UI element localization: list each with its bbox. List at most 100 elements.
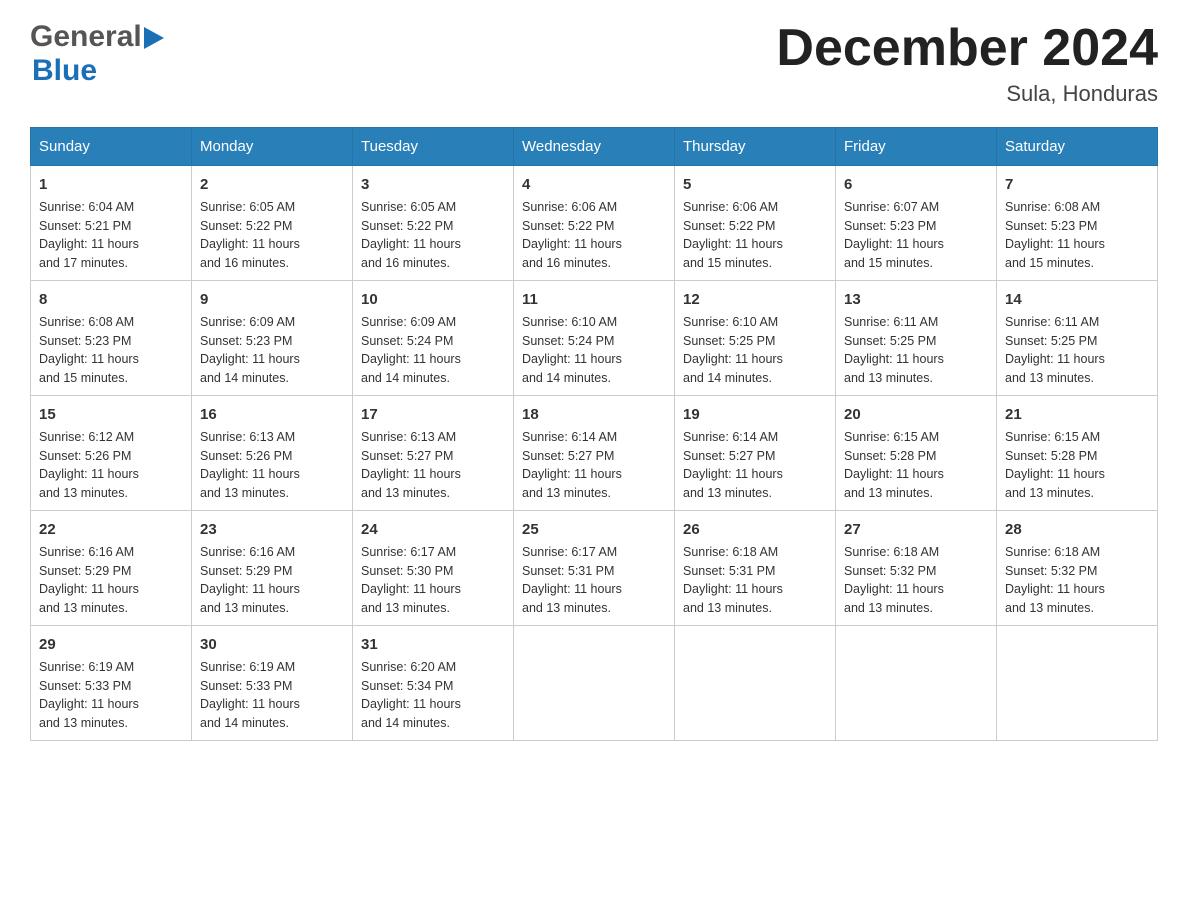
calendar-cell: 29Sunrise: 6:19 AMSunset: 5:33 PMDayligh… — [31, 626, 192, 741]
day-number: 17 — [361, 404, 505, 425]
day-number: 30 — [200, 634, 344, 655]
day-number: 28 — [1005, 519, 1149, 540]
calendar-cell: 17 Sunrise: 6:13 AMSunset: 5:27 PMDayligh… — [353, 396, 514, 511]
logo-blue-text: Blue — [32, 54, 97, 87]
day-info: Sunrise: 6:09 AMSunset: 5:23 PMDaylight:… — [200, 315, 300, 385]
day-info: Sunrise: 6:17 AMSunset: 5:30 PMDaylight:… — [361, 545, 461, 615]
title-area: December 2024 Sula, Honduras — [776, 20, 1158, 107]
calendar-cell — [514, 626, 675, 741]
day-number: 24 — [361, 519, 505, 540]
calendar-cell: 16Sunrise: 6:13 AMSunset: 5:26 PMDayligh… — [192, 396, 353, 511]
day-number: 21 — [1005, 404, 1149, 425]
day-number: 4 — [522, 174, 666, 195]
calendar-cell: 31 Sunrise: 6:20 AMSunset: 5:34 PMDayligh… — [353, 626, 514, 741]
calendar-cell: 30 Sunrise: 6:19 AMSunset: 5:33 PMDayligh… — [192, 626, 353, 741]
column-header-tuesday: Tuesday — [353, 128, 514, 166]
day-number: 14 — [1005, 289, 1149, 310]
day-number: 25 — [522, 519, 666, 540]
calendar-cell: 27 Sunrise: 6:18 AMSunset: 5:32 PMDayligh… — [836, 511, 997, 626]
day-number: 31 — [361, 634, 505, 655]
day-number: 10 — [361, 289, 505, 310]
day-info: Sunrise: 6:11 AMSunset: 5:25 PMDaylight:… — [1005, 315, 1105, 385]
calendar-table: SundayMondayTuesdayWednesdayThursdayFrid… — [30, 127, 1158, 741]
day-number: 5 — [683, 174, 827, 195]
day-number: 7 — [1005, 174, 1149, 195]
day-number: 27 — [844, 519, 988, 540]
day-info: Sunrise: 6:13 AMSunset: 5:27 PMDaylight:… — [361, 430, 461, 500]
day-info: Sunrise: 6:15 AMSunset: 5:28 PMDaylight:… — [844, 430, 944, 500]
month-title: December 2024 — [776, 20, 1158, 77]
day-info: Sunrise: 6:18 AMSunset: 5:32 PMDaylight:… — [844, 545, 944, 615]
day-info: Sunrise: 6:18 AMSunset: 5:32 PMDaylight:… — [1005, 545, 1105, 615]
day-info: Sunrise: 6:14 AMSunset: 5:27 PMDaylight:… — [683, 430, 783, 500]
calendar-cell: 5Sunrise: 6:06 AMSunset: 5:22 PMDaylight… — [675, 166, 836, 281]
day-info: Sunrise: 6:18 AMSunset: 5:31 PMDaylight:… — [683, 545, 783, 615]
day-number: 19 — [683, 404, 827, 425]
calendar-cell — [997, 626, 1158, 741]
calendar-cell: 26 Sunrise: 6:18 AMSunset: 5:31 PMDayligh… — [675, 511, 836, 626]
column-header-thursday: Thursday — [675, 128, 836, 166]
day-number: 15 — [39, 404, 183, 425]
calendar-body: 1 Sunrise: 6:04 AMSunset: 5:21 PMDaylight… — [31, 166, 1158, 741]
logo-general-text: General — [30, 20, 142, 54]
day-info: Sunrise: 6:09 AMSunset: 5:24 PMDaylight:… — [361, 315, 461, 385]
day-info: Sunrise: 6:04 AMSunset: 5:21 PMDaylight:… — [39, 200, 139, 270]
calendar-cell — [836, 626, 997, 741]
logo-icon: General Blue — [30, 20, 164, 88]
day-info: Sunrise: 6:10 AMSunset: 5:25 PMDaylight:… — [683, 315, 783, 385]
day-number: 20 — [844, 404, 988, 425]
day-info: Sunrise: 6:07 AMSunset: 5:23 PMDaylight:… — [844, 200, 944, 270]
calendar-cell: 15 Sunrise: 6:12 AMSunset: 5:26 PMDayligh… — [31, 396, 192, 511]
calendar-cell: 3 Sunrise: 6:05 AMSunset: 5:22 PMDaylight… — [353, 166, 514, 281]
week-row-5: 29Sunrise: 6:19 AMSunset: 5:33 PMDayligh… — [31, 626, 1158, 741]
day-info: Sunrise: 6:08 AMSunset: 5:23 PMDaylight:… — [39, 315, 139, 385]
day-info: Sunrise: 6:06 AMSunset: 5:22 PMDaylight:… — [522, 200, 622, 270]
calendar-cell: 10 Sunrise: 6:09 AMSunset: 5:24 PMDayligh… — [353, 281, 514, 396]
column-header-monday: Monday — [192, 128, 353, 166]
day-info: Sunrise: 6:17 AMSunset: 5:31 PMDaylight:… — [522, 545, 622, 615]
day-number: 13 — [844, 289, 988, 310]
calendar-cell: 24 Sunrise: 6:17 AMSunset: 5:30 PMDayligh… — [353, 511, 514, 626]
week-row-3: 15 Sunrise: 6:12 AMSunset: 5:26 PMDayligh… — [31, 396, 1158, 511]
calendar-cell — [675, 626, 836, 741]
day-number: 22 — [39, 519, 183, 540]
logo: General Blue — [30, 20, 164, 88]
week-row-1: 1 Sunrise: 6:04 AMSunset: 5:21 PMDaylight… — [31, 166, 1158, 281]
day-info: Sunrise: 6:16 AMSunset: 5:29 PMDaylight:… — [200, 545, 300, 615]
calendar-cell: 4 Sunrise: 6:06 AMSunset: 5:22 PMDaylight… — [514, 166, 675, 281]
column-header-wednesday: Wednesday — [514, 128, 675, 166]
day-number: 16 — [200, 404, 344, 425]
day-info: Sunrise: 6:11 AMSunset: 5:25 PMDaylight:… — [844, 315, 944, 385]
day-number: 11 — [522, 289, 666, 310]
calendar-cell: 14 Sunrise: 6:11 AMSunset: 5:25 PMDayligh… — [997, 281, 1158, 396]
calendar-cell: 11 Sunrise: 6:10 AMSunset: 5:24 PMDayligh… — [514, 281, 675, 396]
calendar-cell: 22Sunrise: 6:16 AMSunset: 5:29 PMDayligh… — [31, 511, 192, 626]
day-number: 2 — [200, 174, 344, 195]
calendar-cell: 13 Sunrise: 6:11 AMSunset: 5:25 PMDayligh… — [836, 281, 997, 396]
day-number: 1 — [39, 174, 183, 195]
column-header-saturday: Saturday — [997, 128, 1158, 166]
calendar-cell: 2 Sunrise: 6:05 AMSunset: 5:22 PMDaylight… — [192, 166, 353, 281]
day-info: Sunrise: 6:10 AMSunset: 5:24 PMDaylight:… — [522, 315, 622, 385]
day-number: 18 — [522, 404, 666, 425]
day-info: Sunrise: 6:19 AMSunset: 5:33 PMDaylight:… — [200, 660, 300, 730]
day-info: Sunrise: 6:12 AMSunset: 5:26 PMDaylight:… — [39, 430, 139, 500]
column-header-friday: Friday — [836, 128, 997, 166]
day-number: 3 — [361, 174, 505, 195]
location-subtitle: Sula, Honduras — [776, 81, 1158, 107]
calendar-cell: 6 Sunrise: 6:07 AMSunset: 5:23 PMDaylight… — [836, 166, 997, 281]
calendar-cell: 12 Sunrise: 6:10 AMSunset: 5:25 PMDayligh… — [675, 281, 836, 396]
day-number: 12 — [683, 289, 827, 310]
page-header: General Blue December 2024 Sula, Hondura… — [30, 20, 1158, 107]
calendar-cell: 23Sunrise: 6:16 AMSunset: 5:29 PMDayligh… — [192, 511, 353, 626]
calendar-cell: 21 Sunrise: 6:15 AMSunset: 5:28 PMDayligh… — [997, 396, 1158, 511]
day-info: Sunrise: 6:20 AMSunset: 5:34 PMDaylight:… — [361, 660, 461, 730]
day-info: Sunrise: 6:05 AMSunset: 5:22 PMDaylight:… — [361, 200, 461, 270]
day-number: 8 — [39, 289, 183, 310]
day-number: 26 — [683, 519, 827, 540]
day-info: Sunrise: 6:15 AMSunset: 5:28 PMDaylight:… — [1005, 430, 1105, 500]
week-row-4: 22 Sunrise: 6:16 AMSunset: 5:29 PMDayligh… — [31, 511, 1158, 626]
day-number: 6 — [844, 174, 988, 195]
day-info: Sunrise: 6:05 AMSunset: 5:22 PMDaylight:… — [200, 200, 300, 270]
week-row-2: 8 Sunrise: 6:08 AMSunset: 5:23 PMDaylight… — [31, 281, 1158, 396]
